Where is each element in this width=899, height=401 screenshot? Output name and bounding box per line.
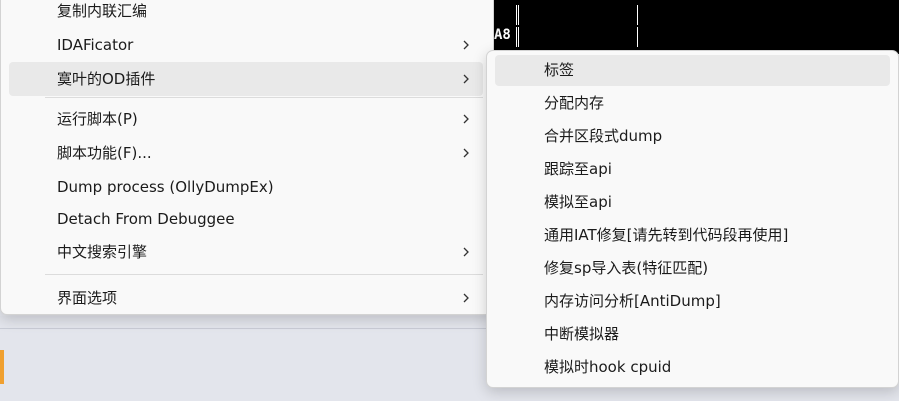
menu-item-run-script[interactable]: 运行脚本(P) [9, 102, 483, 136]
menu-item-label: IDAFicator [57, 36, 134, 54]
submenu-item-text: 内存访问分析[AntiDump] [544, 292, 721, 310]
orange-marker [0, 350, 4, 384]
hex-row[interactable]: A8 00000000 [492, 5, 638, 83]
chevron-right-icon [463, 293, 469, 303]
menu-item-chinese-search[interactable]: 中文搜索引擎 [9, 235, 483, 269]
submenu-item-label[interactable]: 标签 [495, 55, 890, 86]
submenu-item-text: 模拟时hook cpuid [544, 358, 672, 376]
menu-item-label: Detach From Debuggee [57, 210, 235, 228]
submenu-item-text: 通用IAT修复[请先转到代码段再使用] [544, 226, 789, 244]
column-separator [637, 27, 638, 47]
submenu-item-memory-access[interactable]: 内存访问分析[AntiDump] [495, 286, 890, 317]
menu-separator [45, 97, 483, 98]
chevron-right-icon [463, 148, 469, 158]
menu-item-label: 脚本功能(F)... [57, 144, 152, 162]
menu-item-label: 中文搜索引擎 [57, 243, 148, 261]
submenu-item-text: 分配内存 [544, 94, 605, 112]
submenu-item-text: 标签 [544, 61, 575, 79]
menu-item-label: 运行脚本(P) [57, 110, 138, 128]
submenu-item-hook-cpuid[interactable]: 模拟时hook cpuid [495, 352, 890, 383]
menu-item-dump-process[interactable]: Dump process (OllyDumpEx) [9, 170, 483, 204]
submenu-item-trace-api[interactable]: 跟踪至api [495, 154, 890, 185]
menu-item-idaficator[interactable]: IDAFicator [9, 28, 483, 62]
menu-item-od-plugins[interactable]: 寞叶的OD插件 [9, 62, 483, 96]
context-menu: 复制内联汇编 IDAFicator 寞叶的OD插件 运行脚本(P) 脚本功能(F… [0, 0, 494, 315]
submenu-item-text: 修复sp导入表(特征匹配) [544, 259, 709, 277]
submenu-item-text: 模拟至api [544, 193, 612, 211]
chevron-right-icon [463, 114, 469, 124]
od-plugins-submenu: 标签 分配内存 合并区段式dump 跟踪至api 模拟至api 通用IAT修复[… [486, 50, 899, 388]
submenu-item-interrupt-emulator[interactable]: 中断模拟器 [495, 319, 890, 350]
menu-item-label: 界面选项 [57, 289, 118, 307]
chevron-right-icon [463, 40, 469, 50]
hex-row[interactable]: AC 00000000 [492, 27, 638, 105]
menu-item-ui-options[interactable]: 界面选项 [9, 281, 483, 315]
column-separator [637, 5, 638, 25]
submenu-item-merge-dump[interactable]: 合并区段式dump [495, 121, 890, 152]
menu-item-script-functions[interactable]: 脚本功能(F)... [9, 136, 483, 170]
chevron-right-icon [463, 247, 469, 257]
submenu-item-iat-fix[interactable]: 通用IAT修复[请先转到代码段再使用] [495, 220, 890, 251]
column-separator [516, 5, 519, 25]
chevron-right-icon [463, 74, 469, 84]
column-separator [516, 27, 519, 47]
menu-item-label: Dump process (OllyDumpEx) [57, 178, 274, 196]
submenu-item-sp-import-fix[interactable]: 修复sp导入表(特征匹配) [495, 253, 890, 284]
hex-dump-panel[interactable]: A8 00000000 AC 00000000 [492, 0, 899, 105]
menu-item-label: 复制内联汇编 [57, 2, 148, 20]
submenu-item-alloc-memory[interactable]: 分配内存 [495, 88, 890, 119]
menu-item-copy-inline-asm[interactable]: 复制内联汇编 [9, 0, 483, 28]
menu-separator [45, 274, 483, 275]
submenu-item-text: 合并区段式dump [544, 127, 663, 145]
menu-item-detach[interactable]: Detach From Debuggee [9, 202, 483, 236]
submenu-item-text: 中断模拟器 [544, 325, 620, 343]
submenu-item-emulate-api[interactable]: 模拟至api [495, 187, 890, 218]
menu-item-label: 寞叶的OD插件 [57, 70, 156, 88]
submenu-item-text: 跟踪至api [544, 160, 612, 178]
